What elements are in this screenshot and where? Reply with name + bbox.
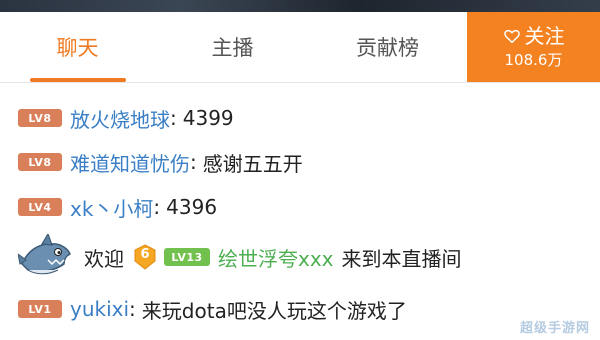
chat-text: 4396 bbox=[166, 195, 218, 219]
welcome-text: 来到本直播间 bbox=[341, 246, 462, 271]
tab-ranking[interactable]: 贡献榜 bbox=[310, 12, 465, 82]
chat-username[interactable]: 放火烧地球 bbox=[70, 104, 170, 133]
welcome-message: 欢迎 6 LV13 绘世浮夸xxx 来到本直播间 bbox=[18, 234, 462, 280]
chat-text: 感谢五五开 bbox=[202, 151, 303, 176]
chat-colon: : bbox=[153, 195, 161, 219]
tab-chat-label: 聊天 bbox=[56, 36, 99, 60]
level-badge: LV1 bbox=[18, 300, 62, 318]
chat-username[interactable]: 绘世浮夸xxx bbox=[218, 243, 334, 272]
chat-colon: : bbox=[129, 297, 136, 321]
fan-badge: 6 bbox=[132, 244, 158, 270]
fan-badge-level: 6 bbox=[140, 247, 150, 262]
chat-username[interactable]: yukixi bbox=[70, 297, 129, 321]
tab-anchor-label: 主播 bbox=[211, 36, 254, 60]
tab-bar: 聊天 主播 贡献榜 关注 108.6万 bbox=[0, 12, 600, 83]
heart-icon bbox=[503, 29, 520, 44]
level-badge: LV8 bbox=[18, 153, 62, 171]
video-player-edge bbox=[0, 0, 600, 12]
tab-chat[interactable]: 聊天 bbox=[0, 12, 155, 82]
chat-message: LV8 难道知道忧伤 : 感谢五五开 bbox=[18, 144, 303, 180]
chat-message: LV8 放火烧地球 : 4399 bbox=[18, 100, 234, 136]
chat-username[interactable]: xk丶小柯 bbox=[70, 193, 153, 222]
level-badge: LV13 bbox=[164, 248, 210, 266]
tab-anchor[interactable]: 主播 bbox=[155, 12, 310, 82]
chat-list: LV8 放火烧地球 : 4399 LV8 难道知道忧伤 : 感谢五五开 LV4 … bbox=[0, 82, 600, 340]
chat-message: LV1 yukixi : 来玩dota吧没人玩这个游戏了 bbox=[18, 291, 407, 327]
tab-ranking-label: 贡献榜 bbox=[356, 36, 419, 60]
follow-button[interactable]: 关注 108.6万 bbox=[467, 12, 600, 82]
shark-mascot-icon bbox=[18, 234, 71, 275]
chat-text: 来玩dota吧没人玩这个游戏了 bbox=[141, 298, 407, 323]
watermark: 超级手游网 bbox=[519, 321, 590, 336]
follow-label: 关注 bbox=[524, 24, 565, 48]
chat-colon: : bbox=[170, 106, 177, 130]
level-badge: LV8 bbox=[18, 109, 62, 127]
chat-message: LV4 xk丶小柯 : 4396 bbox=[18, 189, 217, 225]
chat-username[interactable]: 难道知道忧伤 bbox=[70, 148, 190, 177]
welcome-label: 欢迎 bbox=[84, 246, 124, 271]
chat-text: 4399 bbox=[182, 106, 234, 130]
chat-colon: : bbox=[190, 150, 197, 174]
level-badge: LV4 bbox=[18, 198, 62, 216]
follower-count: 108.6万 bbox=[504, 51, 563, 69]
